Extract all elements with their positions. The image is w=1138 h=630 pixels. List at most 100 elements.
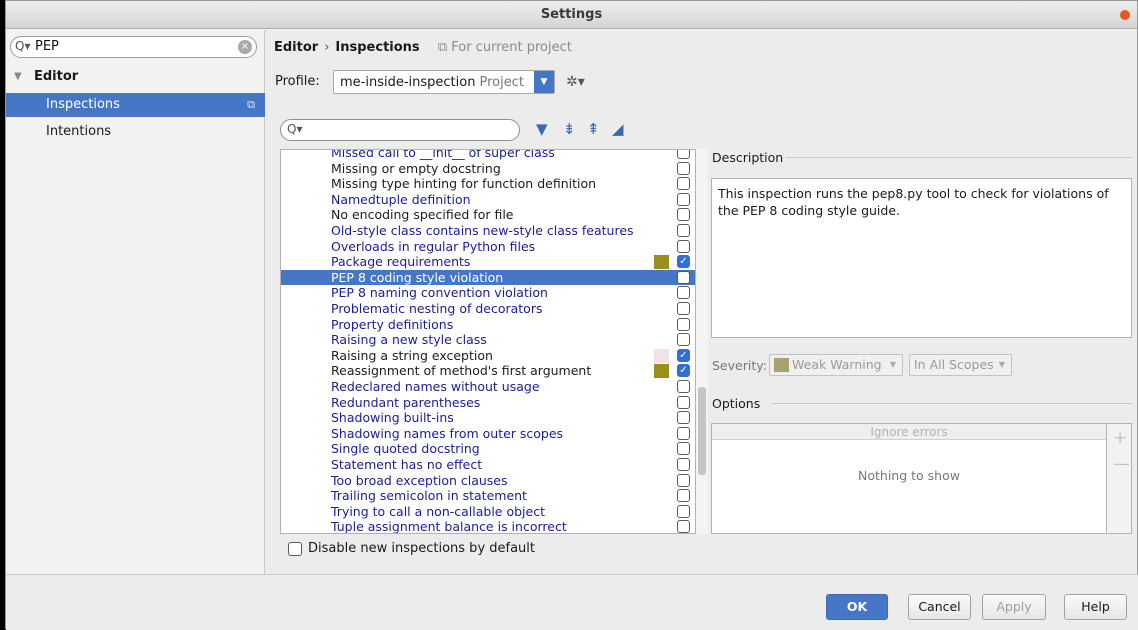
list-scrollbar[interactable] bbox=[696, 149, 708, 534]
inspection-row[interactable]: Redeclared names without usage bbox=[281, 379, 695, 395]
profile-name: me-inside-inspection bbox=[340, 75, 476, 90]
project-scope-note: ⧉ For current project bbox=[438, 40, 572, 55]
ok-button[interactable]: OK bbox=[826, 594, 888, 620]
expand-arrow-icon[interactable]: ▼ bbox=[14, 65, 22, 89]
profile-scope: Project bbox=[479, 75, 524, 90]
profile-select[interactable]: me-inside-inspection Project ▼ bbox=[333, 70, 555, 94]
inspection-row[interactable]: Redundant parentheses bbox=[281, 395, 695, 411]
tree-item-editor[interactable]: ▼ Editor bbox=[6, 65, 265, 89]
inspection-name: Missing type hinting for function defini… bbox=[331, 176, 597, 192]
inspection-row[interactable]: Trying to call a non-callable object bbox=[281, 504, 695, 520]
search-icon[interactable]: Q▾ bbox=[287, 122, 302, 136]
inspection-row[interactable]: Missing type hinting for function defini… bbox=[281, 176, 695, 192]
inspection-row[interactable]: Tuple assignment balance is incorrect bbox=[281, 519, 695, 533]
inspection-enabled-checkbox[interactable] bbox=[677, 380, 690, 393]
inspection-enabled-checkbox[interactable] bbox=[677, 224, 690, 237]
help-button[interactable]: Help bbox=[1064, 594, 1127, 620]
search-icon[interactable]: Q▾ bbox=[15, 39, 30, 53]
inspection-enabled-checkbox[interactable] bbox=[677, 161, 690, 175]
inspection-row[interactable]: Missing or empty docstring bbox=[281, 161, 695, 177]
inspection-enabled-checkbox[interactable] bbox=[677, 192, 690, 206]
inspection-list[interactable]: Missed call to __init__ of super class Mi… bbox=[280, 149, 696, 534]
inspection-row[interactable]: Missed call to __init__ of super class bbox=[281, 149, 695, 161]
gear-icon[interactable]: ✲▾ bbox=[566, 74, 585, 90]
filter-icon[interactable]: ▼ bbox=[536, 120, 548, 138]
inspection-enabled-checkbox[interactable] bbox=[677, 317, 690, 331]
apply-button[interactable]: Apply bbox=[982, 594, 1046, 620]
tree-item-inspections[interactable]: Inspections ⧉ bbox=[6, 93, 265, 117]
expand-all-icon[interactable]: ⇟ bbox=[563, 120, 576, 138]
tree-item-intentions[interactable]: Intentions bbox=[6, 120, 265, 144]
severity-select[interactable]: Weak Warning ▼ bbox=[769, 354, 903, 376]
inspection-enabled-checkbox[interactable] bbox=[677, 395, 690, 409]
inspection-row[interactable]: Property definitions bbox=[281, 317, 695, 333]
inspection-enabled-checkbox[interactable] bbox=[677, 504, 690, 518]
breadcrumb-separator: › bbox=[324, 40, 330, 55]
inspection-row[interactable]: Problematic nesting of decorators bbox=[281, 301, 695, 317]
add-icon[interactable]: + bbox=[1113, 428, 1127, 448]
severity-label: Severity: bbox=[712, 358, 767, 373]
disable-new-checkbox[interactable] bbox=[288, 542, 302, 556]
inspection-row[interactable]: Trailing semicolon in statement bbox=[281, 488, 695, 504]
inspection-enabled-checkbox[interactable] bbox=[677, 333, 690, 347]
inspection-row[interactable]: Statement has no effect bbox=[281, 457, 695, 473]
inspection-enabled-checkbox[interactable] bbox=[677, 520, 690, 533]
inspection-row[interactable]: Old-style class contains new-style class… bbox=[281, 223, 695, 239]
window-title: Settings bbox=[540, 7, 603, 22]
inspection-enabled-checkbox[interactable] bbox=[677, 239, 690, 253]
remove-icon[interactable]: — bbox=[1113, 454, 1130, 474]
inspection-name: Trying to call a non-callable object bbox=[331, 503, 545, 519]
inspection-name: Overloads in regular Python files bbox=[331, 238, 536, 254]
breadcrumb-current: Inspections bbox=[335, 40, 420, 55]
disable-new-label: Disable new inspections by default bbox=[308, 541, 536, 556]
inspection-row[interactable]: Too broad exception clauses bbox=[281, 473, 695, 489]
dialog-footer: OK Cancel Apply Help bbox=[6, 574, 1138, 630]
inspection-row[interactable]: PEP 8 coding style violation bbox=[281, 269, 695, 286]
inspection-enabled-checkbox[interactable] bbox=[677, 286, 690, 300]
inspection-enabled-checkbox[interactable] bbox=[677, 411, 690, 425]
inspection-enabled-checkbox[interactable] bbox=[677, 270, 690, 284]
inspection-enabled-checkbox[interactable]: ✓ bbox=[677, 255, 690, 269]
settings-search-input[interactable]: Q▾ PEP × bbox=[10, 36, 257, 58]
inspection-enabled-checkbox[interactable] bbox=[677, 208, 690, 222]
inspection-name: Raising a string exception bbox=[331, 347, 493, 363]
inspections-panel: Editor › Inspections ⧉ For current project… bbox=[266, 30, 1138, 574]
inspection-enabled-checkbox[interactable] bbox=[677, 458, 690, 471]
inspection-enabled-checkbox[interactable] bbox=[677, 489, 690, 503]
inspection-row[interactable]: Reassignment of method's first argument ✓ bbox=[281, 363, 695, 379]
options-table[interactable]: Ignore errors Nothing to show bbox=[711, 423, 1107, 534]
inspection-row[interactable]: Raising a new style class bbox=[281, 332, 695, 348]
inspection-row[interactable]: Shadowing built-ins bbox=[281, 410, 695, 426]
severity-color-swatch bbox=[654, 364, 669, 379]
inspection-enabled-checkbox[interactable] bbox=[677, 150, 690, 159]
inspection-enabled-checkbox[interactable]: ✓ bbox=[677, 348, 690, 362]
inspection-enabled-checkbox[interactable] bbox=[677, 442, 690, 456]
inspection-name: Reassignment of method's first argument bbox=[331, 363, 592, 379]
inspection-enabled-checkbox[interactable] bbox=[677, 302, 690, 315]
inspection-enabled-checkbox[interactable] bbox=[677, 426, 690, 440]
scrollbar-thumb[interactable] bbox=[698, 387, 706, 475]
cancel-button[interactable]: Cancel bbox=[908, 594, 971, 620]
inspection-row[interactable]: Shadowing names from outer scopes bbox=[281, 426, 695, 442]
inspection-enabled-checkbox[interactable] bbox=[677, 177, 690, 191]
inspection-name: Missed call to __init__ of super class bbox=[331, 149, 555, 160]
inspection-row[interactable]: Namedtuple definition bbox=[281, 192, 695, 208]
inspection-row[interactable]: No encoding specified for file bbox=[281, 207, 695, 223]
profile-value: me-inside-inspection Project bbox=[340, 75, 524, 90]
inspection-search-input[interactable]: Q▾ bbox=[280, 119, 520, 141]
chevron-down-icon[interactable]: ▼ bbox=[534, 71, 554, 93]
inspection-row[interactable]: PEP 8 naming convention violation bbox=[281, 285, 695, 301]
description-text: This inspection runs the pep8.py tool to… bbox=[711, 178, 1132, 338]
inspection-row[interactable]: Single quoted docstring bbox=[281, 441, 695, 457]
reset-icon[interactable]: ◢ bbox=[612, 120, 624, 138]
close-icon[interactable] bbox=[1120, 10, 1130, 20]
inspection-enabled-checkbox[interactable]: ✓ bbox=[677, 364, 690, 378]
collapse-all-icon[interactable]: ⇞ bbox=[587, 120, 600, 138]
inspection-enabled-checkbox[interactable] bbox=[677, 473, 690, 487]
scope-select[interactable]: In All Scopes ▼ bbox=[909, 354, 1012, 376]
severity-color-swatch bbox=[654, 348, 669, 363]
inspection-row[interactable]: Package requirements ✓ bbox=[281, 254, 695, 270]
clear-search-icon[interactable]: × bbox=[238, 40, 252, 54]
inspection-row[interactable]: Raising a string exception ✓ bbox=[281, 348, 695, 364]
inspection-row[interactable]: Overloads in regular Python files bbox=[281, 239, 695, 255]
